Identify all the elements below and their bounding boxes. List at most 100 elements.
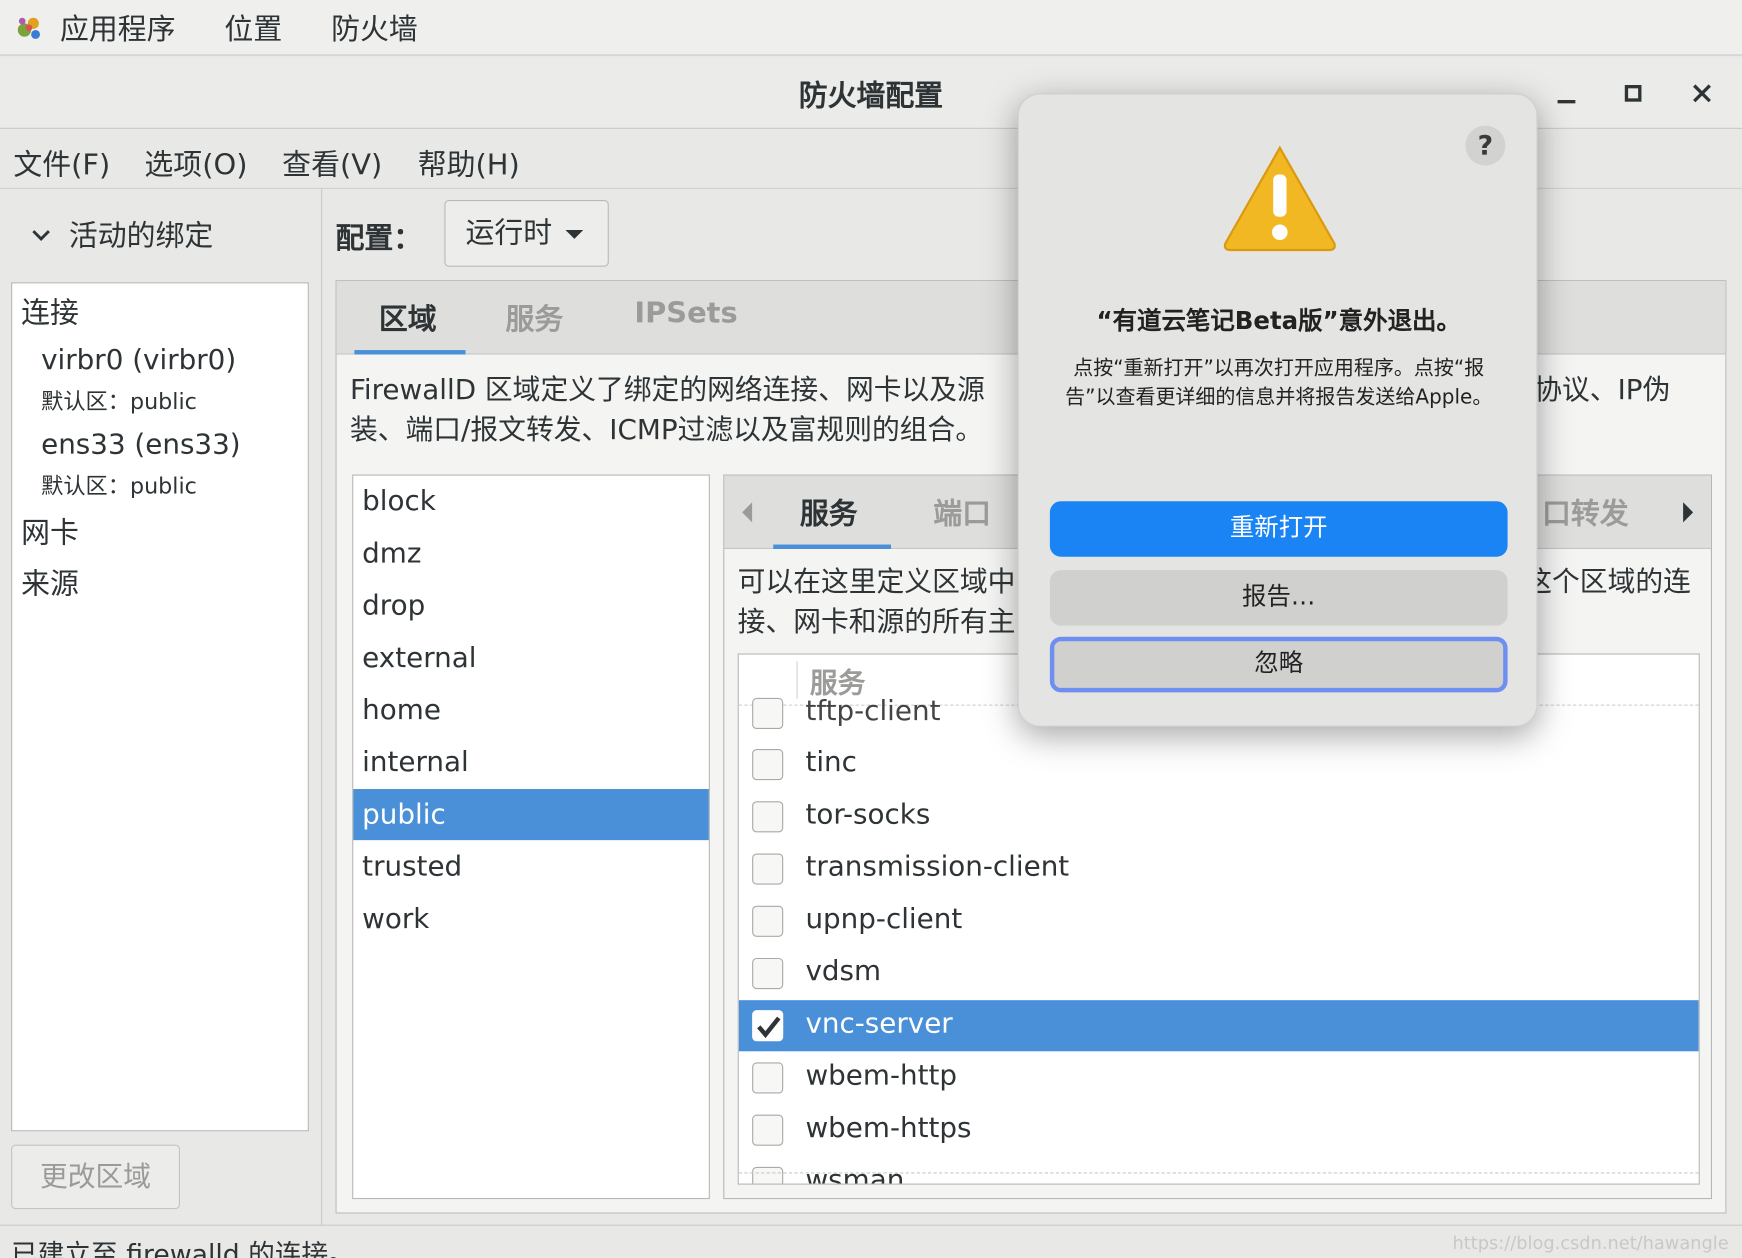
zone-item-external[interactable]: external — [353, 632, 709, 683]
help-button[interactable]: ? — [1465, 125, 1506, 166]
service-name: wsman — [805, 1163, 905, 1185]
zone-item-public[interactable]: public — [353, 789, 709, 841]
status-message: 已建立至 firewalld 的连接。 — [11, 1239, 355, 1258]
nics-section[interactable]: 网卡 — [21, 510, 79, 551]
close-icon[interactable] — [1684, 76, 1720, 112]
table-row[interactable]: vnc-server — [738, 1000, 1699, 1052]
connection-virbr0-zone: 默认区：public — [41, 387, 197, 415]
table-row[interactable]: tor-socks — [739, 791, 1699, 842]
service-checkbox[interactable] — [752, 801, 784, 833]
topbar-firewall[interactable]: 防火墙 — [331, 7, 418, 48]
zone-list: block dmz drop external home internal pu… — [352, 474, 710, 1200]
service-name: tftp-client — [805, 694, 941, 727]
connection-ens33-zone: 默认区：public — [41, 472, 197, 499]
connection-ens33[interactable]: ens33 (ens33) — [41, 428, 241, 460]
zone-description: FirewallD 区域定义了绑定的网络连接、网卡以及源 装、端口/报文转发、I… — [350, 370, 985, 450]
scroll-right-icon[interactable] — [1683, 502, 1694, 523]
services-description-line1-right: 这个区域的连 — [1524, 565, 1691, 598]
config-selected-value: 运行时 — [465, 216, 553, 251]
table-row[interactable]: wbem-https — [739, 1105, 1699, 1156]
table-row[interactable]: wsman — [739, 1157, 1699, 1185]
warning-icon — [1223, 145, 1336, 252]
ignore-button[interactable]: 忽略 — [1049, 636, 1508, 693]
topbar-applications[interactable]: 应用程序 — [60, 7, 176, 48]
tab-ipsets[interactable]: IPSets — [634, 297, 737, 330]
active-tab-indicator — [354, 350, 466, 355]
menu-options[interactable]: 选项(O) — [144, 142, 247, 183]
service-checkbox[interactable] — [752, 1114, 784, 1146]
active-subtab-indicator — [773, 544, 891, 549]
zone-description-line1-right: 协议、IP伪 — [1534, 373, 1671, 406]
service-checkbox[interactable] — [752, 1062, 784, 1094]
topbar-places[interactable]: 位置 — [224, 7, 282, 48]
table-bottom-edge — [738, 1172, 1699, 1174]
change-zone-button[interactable]: 更改区域 — [11, 1144, 180, 1210]
service-name: wbem-https — [805, 1111, 972, 1144]
service-checkbox[interactable] — [752, 853, 784, 885]
checkmark-icon — [757, 1016, 781, 1039]
service-name: tor-socks — [805, 797, 931, 831]
connections-section[interactable]: 连接 — [21, 290, 79, 331]
tab-zone-port-forwarding[interactable]: 口转发 — [1542, 491, 1629, 532]
service-name: upnp-client — [805, 902, 963, 935]
zone-item-work[interactable]: work — [353, 893, 709, 944]
config-label: 配置： — [335, 222, 423, 256]
crash-dialog: ? “有道云笔记Beta版”意外退出。 点按“重新打开”以再次打开应用程序。点按… — [1017, 93, 1538, 727]
menu-view[interactable]: 查看(V) — [282, 142, 382, 183]
scroll-left-icon[interactable] — [742, 502, 753, 523]
table-row[interactable]: wbem-http — [739, 1052, 1699, 1103]
sources-section[interactable]: 来源 — [21, 561, 79, 602]
tab-zone-ports[interactable]: 端口 — [933, 491, 991, 532]
reopen-button[interactable]: 重新打开 — [1049, 501, 1508, 557]
services-description-line2: 接、网卡和源的所有主 — [737, 605, 1016, 638]
caret-down-icon — [565, 230, 584, 239]
service-checkbox[interactable] — [752, 1010, 784, 1042]
table-row[interactable]: transmission-client — [739, 843, 1699, 894]
service-name: wbem-http — [805, 1059, 957, 1092]
services-table: 服务 tftp-client tinc tor-socks transmissi… — [737, 653, 1700, 1185]
bindings-list: 连接 virbr0 (virbr0) 默认区：public ens33 (ens… — [11, 282, 309, 1132]
service-checkbox[interactable] — [752, 1166, 784, 1184]
services-description-line1: 可以在这里定义区域中 — [737, 565, 1016, 598]
zone-item-block[interactable]: block — [353, 476, 709, 527]
menu-help[interactable]: 帮助(H) — [418, 142, 520, 183]
minimize-icon[interactable] — [1549, 76, 1585, 112]
zone-item-dmz[interactable]: dmz — [353, 528, 709, 579]
active-bindings-pane: 活动的绑定 连接 virbr0 (virbr0) 默认区：public ens3… — [0, 188, 323, 1225]
service-name: vdsm — [805, 954, 882, 987]
report-button[interactable]: 报告… — [1049, 570, 1508, 626]
table-row[interactable]: vdsm — [739, 948, 1699, 999]
gnome-foot-icon[interactable] — [13, 12, 44, 43]
watermark: https://blog.csdn.net/hawangle — [1452, 1232, 1729, 1254]
service-checkbox[interactable] — [752, 957, 784, 990]
active-bindings-header[interactable]: 活动的绑定 — [29, 213, 213, 254]
dialog-body: 点按“重新打开”以再次打开应用程序。点按“报告”以查看更详细的信息并将报告发送给… — [1065, 356, 1493, 409]
service-checkbox[interactable] — [752, 905, 784, 937]
top-panel: 应用程序 位置 防火墙 — [0, 0, 1742, 56]
service-name: transmission-client — [805, 850, 1070, 883]
config-dropdown[interactable]: 运行时 — [444, 200, 609, 267]
table-row[interactable]: upnp-client — [739, 896, 1699, 947]
service-checkbox[interactable] — [752, 697, 784, 730]
chevron-down-icon — [32, 229, 50, 241]
zone-item-drop[interactable]: drop — [353, 580, 709, 631]
table-row[interactable]: tinc — [739, 739, 1699, 790]
menu-file[interactable]: 文件(F) — [13, 142, 110, 183]
service-checkbox[interactable] — [752, 749, 784, 781]
service-name: tinc — [805, 745, 857, 778]
tab-services[interactable]: 服务 — [505, 297, 563, 338]
zone-item-internal[interactable]: internal — [353, 737, 709, 788]
connection-virbr0[interactable]: virbr0 (virbr0) — [41, 343, 236, 375]
zone-description-line1: FirewallD 区域定义了绑定的网络连接、网卡以及源 — [349, 373, 985, 406]
zone-item-home[interactable]: home — [353, 685, 709, 736]
tab-zones[interactable]: 区域 — [379, 297, 437, 338]
zone-item-trusted[interactable]: trusted — [353, 841, 709, 892]
services-description: 可以在这里定义区域中 接、网卡和源的所有主 — [738, 562, 1016, 642]
tab-zone-services[interactable]: 服务 — [800, 491, 858, 532]
maximize-icon[interactable] — [1615, 76, 1651, 112]
statusbar: 已建立至 firewalld 的连接。 https://blog.csdn.ne… — [0, 1224, 1742, 1258]
zone-description-line2: 装、端口/报文转发、ICMP过滤以及富规则的组合。 — [349, 413, 984, 446]
dialog-title: “有道云笔记Beta版”意外退出。 — [1096, 307, 1461, 336]
active-bindings-label: 活动的绑定 — [68, 220, 214, 254]
service-name: vnc-server — [805, 1006, 953, 1040]
